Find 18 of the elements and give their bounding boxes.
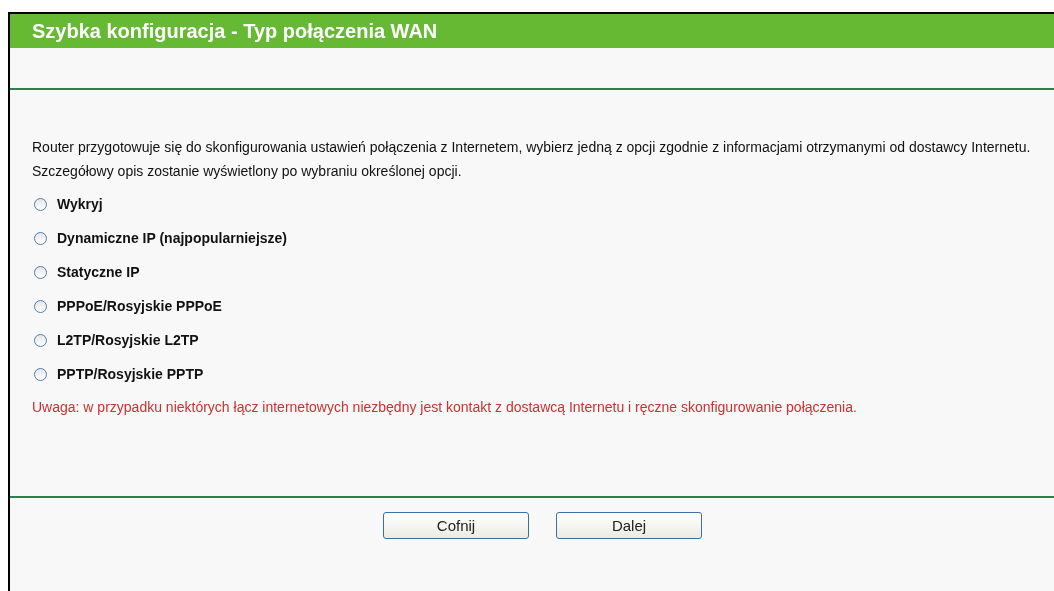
nav-button[interactable]: Cofnij <box>383 512 529 539</box>
radio-button[interactable] <box>34 333 47 347</box>
radio-button[interactable] <box>34 197 47 211</box>
radio-option[interactable]: Statyczne IP <box>32 255 1048 289</box>
radio-option[interactable]: L2TP/Rosyjskie L2TP <box>32 323 1048 357</box>
radio-button[interactable] <box>34 299 47 313</box>
radio-button[interactable] <box>34 265 47 279</box>
radio-option[interactable]: PPPoE/Rosyjskie PPPoE <box>32 289 1048 323</box>
radio-button[interactable] <box>34 231 47 245</box>
warning-note: Uwaga: w przypadku niektórych łącz internetowych niezbędny jest kontakt z dostawcą Internetu i ręczne skonfigurowanie połączenia. <box>32 398 858 417</box>
radio-option[interactable]: Dynamiczne IP (najpopularniejsze) <box>32 221 1048 255</box>
description-text: Router przygotowuje się do skonfigurowania ustawień połączenia z Internetem, wybierz jedną z opcji zgodnie z informacjami otrzymanymi od dostawcy Internetu. <box>32 138 1032 157</box>
page-title: Szybka konfiguracja - Typ połączenia WAN <box>32 19 438 43</box>
nav-button[interactable]: Dalej <box>556 512 702 539</box>
description-text: Szczegółowy opis zostanie wyświetlony po wybraniu określonej opcji. <box>32 162 463 181</box>
radio-option[interactable]: PPTP/Rosyjskie PPTP <box>32 357 1048 391</box>
radio-option[interactable]: Wykryj <box>32 187 1048 221</box>
radio-button[interactable] <box>34 367 47 381</box>
